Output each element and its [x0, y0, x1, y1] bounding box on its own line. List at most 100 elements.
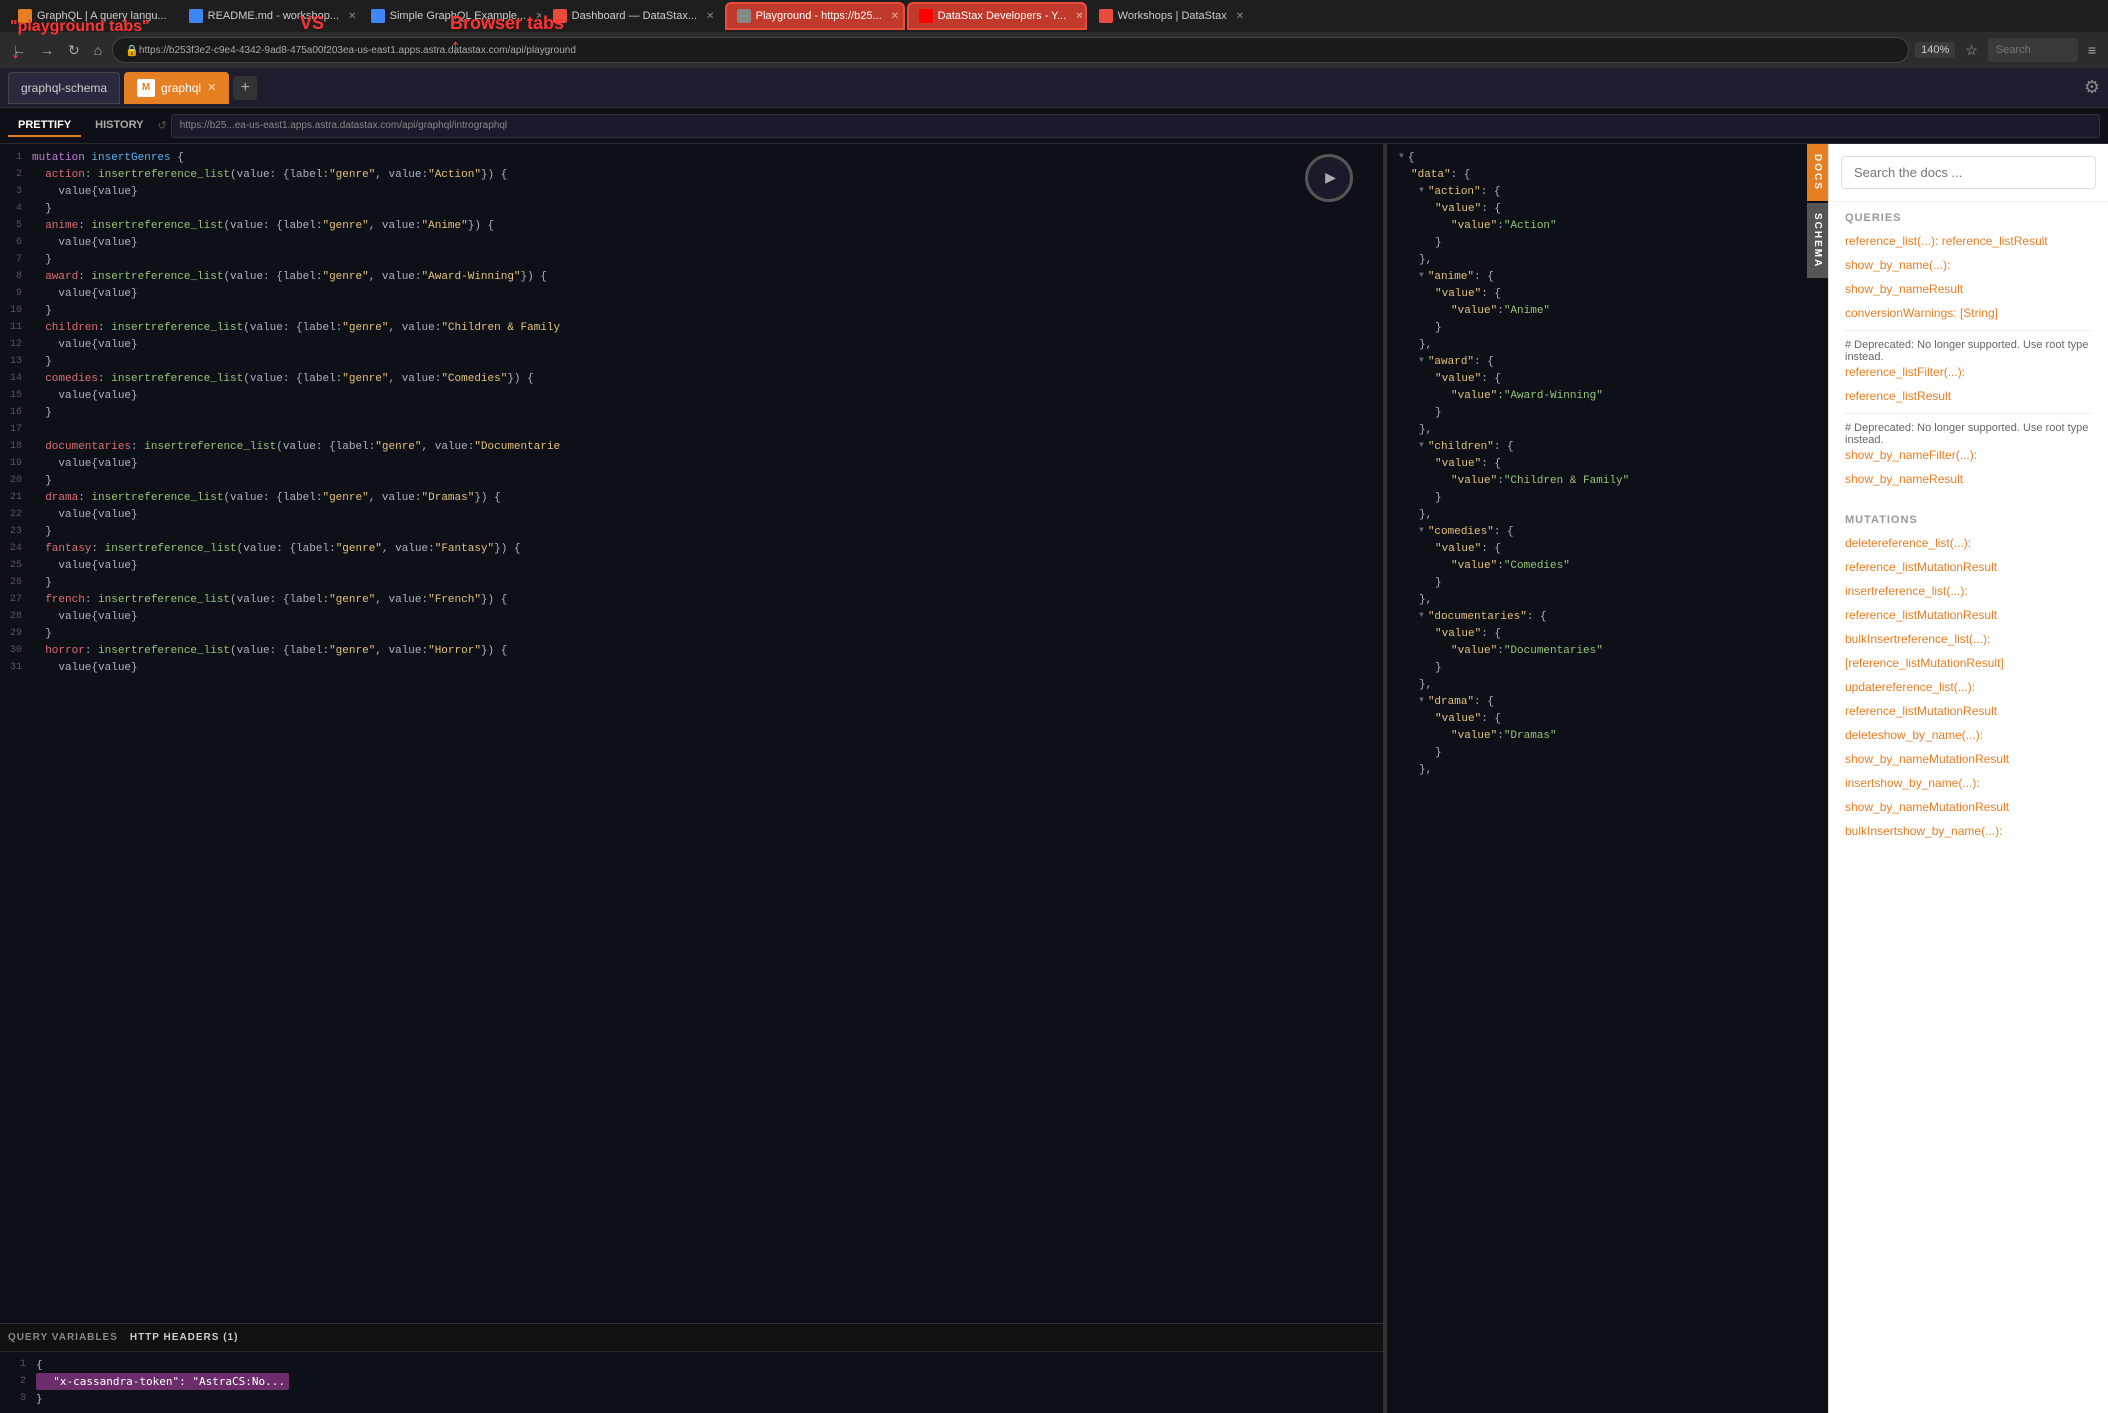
- collapse-icon[interactable]: ▼: [1419, 356, 1424, 365]
- browser-chrome: GraphQL | A query langu... README.md - w…: [0, 0, 2108, 68]
- tab-close-icon[interactable]: ✕: [535, 11, 540, 22]
- docs-link-ref-filter[interactable]: reference_listFilter(...):: [1845, 365, 1965, 379]
- tab-label: README.md - workshop...: [208, 10, 339, 22]
- json-key: "data": [1411, 169, 1451, 181]
- collapse-icon[interactable]: ▼: [1419, 611, 1424, 620]
- section-divider: [1845, 413, 2092, 414]
- menu-button[interactable]: ≡: [2084, 38, 2100, 62]
- json-brace: :: [1497, 390, 1504, 402]
- docs-link-ref-result[interactable]: reference_listResult: [1845, 389, 1951, 403]
- favicon-icon: [1099, 9, 1113, 23]
- collapse-icon[interactable]: ▼: [1419, 186, 1424, 195]
- schema-tab-label: graphql-schema: [21, 81, 107, 95]
- execute-query-button[interactable]: [1305, 154, 1353, 202]
- collapse-icon[interactable]: ▼: [1419, 526, 1424, 535]
- docs-link-bulk-insert-ref[interactable]: bulkInsertreference_list(...):: [1845, 632, 1990, 646]
- browser-tab-graphql[interactable]: GraphQL | A query langu...: [8, 2, 177, 30]
- docs-link-update-ref-result[interactable]: reference_listMutationResult: [1845, 704, 1997, 718]
- back-button[interactable]: ←: [8, 38, 30, 62]
- deprecated-comment-2: # Deprecated: No longer supported. Use r…: [1845, 422, 2092, 446]
- docs-link-show-name-result[interactable]: show_by_nameResult: [1845, 472, 1963, 486]
- json-brace: },: [1419, 339, 1432, 351]
- line-number: 19: [4, 458, 32, 469]
- browser-tab-playground[interactable]: Playground - https://b25... ✕: [725, 2, 905, 30]
- tab-close-icon[interactable]: ✕: [706, 11, 714, 22]
- docs-link-insert-ref[interactable]: insertreference_list(...):: [1845, 584, 1968, 598]
- json-brace: },: [1419, 424, 1432, 436]
- tab-close-icon[interactable]: ✕: [891, 11, 899, 22]
- docs-link-delete-show-result[interactable]: show_by_nameMutationResult: [1845, 752, 2009, 766]
- collapse-icon[interactable]: ▼: [1419, 696, 1424, 705]
- prettify-button[interactable]: PRETTIFY: [8, 115, 81, 137]
- json-brace: : {: [1474, 271, 1494, 283]
- line-number: 22: [4, 509, 32, 520]
- line-content: action: insertreference_list(value: {lab…: [32, 169, 507, 181]
- history-button[interactable]: HISTORY: [85, 115, 153, 137]
- playground-tab-graphql[interactable]: M graphql ✕: [124, 72, 229, 104]
- result-panel: ▼{ "data": { ▼"action": { "value": { "va…: [1387, 144, 1807, 1413]
- line-number: 1: [8, 1359, 36, 1370]
- browser-search-input[interactable]: [1988, 38, 2078, 62]
- code-line-29: 29 }: [0, 628, 1383, 645]
- docs-link-bulk-insert-ref-result[interactable]: [reference_listMutationResult]: [1845, 656, 2004, 670]
- bookmark-button[interactable]: ☆: [1961, 38, 1982, 63]
- collapse-icon[interactable]: ▼: [1419, 441, 1424, 450]
- editor-toolbar: PRETTIFY HISTORY ↺ https://b25...ea-us-e…: [0, 108, 2108, 144]
- settings-gear-icon[interactable]: ⚙: [2084, 77, 2100, 98]
- browser-tab-readme[interactable]: README.md - workshop... ✕: [179, 2, 359, 30]
- docs-link-bulk-insert-show[interactable]: bulkInsertshow_by_name(...):: [1845, 824, 2002, 838]
- code-editor[interactable]: 1 mutation insertGenres { 2 action: inse…: [0, 144, 1383, 1323]
- tab-close-icon[interactable]: ✕: [1236, 11, 1244, 22]
- add-tab-button[interactable]: +: [233, 76, 257, 100]
- forward-button[interactable]: →: [36, 38, 58, 62]
- docs-item: deleteshow_by_name(...):: [1845, 726, 2092, 744]
- browser-tab-simple[interactable]: Simple GraphQL Example... ✕: [361, 2, 541, 30]
- tab-close-icon[interactable]: ✕: [1075, 11, 1083, 22]
- docs-link-update-ref[interactable]: updatereference_list(...):: [1845, 680, 1975, 694]
- bottom-panel: QUERY VARIABLES HTTP HEADERS (1) 1 { 2 "…: [0, 1323, 1383, 1413]
- json-line: },: [1395, 424, 1799, 441]
- docs-link-show-by-name[interactable]: show_by_name(...):: [1845, 258, 1950, 272]
- reload-button[interactable]: ↻: [64, 38, 84, 63]
- query-variables-tab[interactable]: QUERY VARIABLES: [8, 1332, 118, 1343]
- schema-tab-button[interactable]: SCHEMA: [1807, 203, 1828, 278]
- json-line: "value": {: [1395, 203, 1799, 220]
- favicon-icon: [737, 9, 751, 23]
- json-line: },: [1395, 509, 1799, 526]
- code-line-12: 12 value{value}: [0, 339, 1383, 356]
- docs-link-delete-show[interactable]: deleteshow_by_name(...):: [1845, 728, 1983, 742]
- docs-item: insertshow_by_name(...):: [1845, 774, 2092, 792]
- bottom-line-1: 1 {: [8, 1356, 1375, 1373]
- docs-search-input[interactable]: [1841, 156, 2096, 189]
- docs-link-reference-list[interactable]: reference_list(...): reference_listResul…: [1845, 234, 2048, 248]
- history-icon: ↺: [157, 119, 166, 132]
- docs-link-conversion[interactable]: conversionWarnings: [String]: [1845, 306, 1998, 320]
- docs-link-show-filter[interactable]: show_by_nameFilter(...):: [1845, 448, 1977, 462]
- tab-close-icon[interactable]: ✕: [348, 11, 356, 22]
- docs-link-insert-ref-result[interactable]: reference_listMutationResult: [1845, 608, 1997, 622]
- collapse-icon[interactable]: ▼: [1399, 152, 1404, 161]
- json-brace: {: [1408, 152, 1415, 164]
- home-button[interactable]: ⌂: [90, 38, 106, 62]
- docs-link-delete-ref-result[interactable]: reference_listMutationResult: [1845, 560, 1997, 574]
- playground-tab-schema[interactable]: graphql-schema: [8, 72, 120, 104]
- line-content: documentaries: insertreference_list(valu…: [32, 441, 560, 453]
- docs-link-insert-show-result[interactable]: show_by_nameMutationResult: [1845, 800, 2009, 814]
- json-value: "Award-Winning": [1504, 390, 1603, 402]
- docs-tab-button[interactable]: DOCS: [1807, 144, 1828, 201]
- docs-link-delete-ref[interactable]: deletereference_list(...):: [1845, 536, 1971, 550]
- docs-link-show-result[interactable]: show_by_nameResult: [1845, 282, 1963, 296]
- docs-link-insert-show[interactable]: insertshow_by_name(...):: [1845, 776, 1980, 790]
- tab-close-icon[interactable]: ✕: [207, 81, 216, 94]
- tab-label: Playground - https://b25...: [756, 10, 882, 22]
- browser-tab-datastax[interactable]: DataStax Developers - Y... ✕: [907, 2, 1087, 30]
- line-number: 20: [4, 475, 32, 486]
- address-bar[interactable]: 🔒 https://b253f3e2-c9e4-4342-9ad8-475a00…: [112, 37, 1909, 63]
- section-divider: [1845, 330, 2092, 331]
- http-headers-tab[interactable]: HTTP HEADERS (1): [130, 1332, 239, 1343]
- collapse-icon[interactable]: ▼: [1419, 271, 1424, 280]
- code-line-25: 25 value{value}: [0, 560, 1383, 577]
- browser-tab-dashboard[interactable]: Dashboard — DataStax... ✕: [543, 2, 723, 30]
- graphql-endpoint-url[interactable]: https://b25...ea-us-east1.apps.astra.dat…: [171, 114, 2100, 138]
- browser-tab-workshops[interactable]: Workshops | DataStax ✕: [1089, 2, 1254, 30]
